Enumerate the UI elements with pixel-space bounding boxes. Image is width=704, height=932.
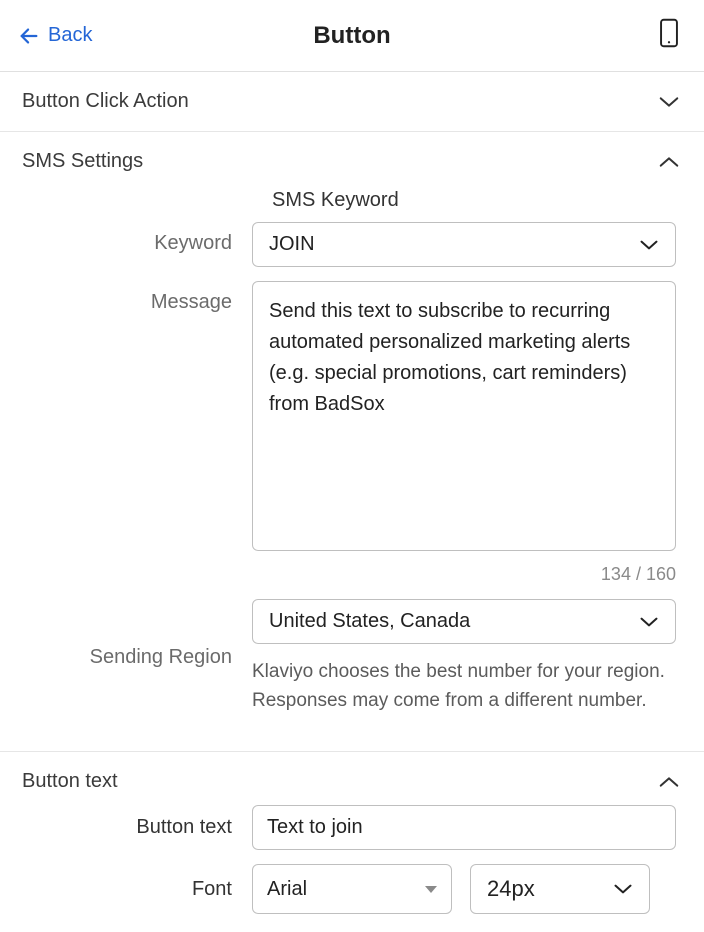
- keyword-value: JOIN: [269, 233, 315, 256]
- back-button[interactable]: Back: [18, 24, 92, 47]
- region-label: Sending Region: [22, 646, 252, 669]
- arrow-left-icon: [18, 25, 40, 47]
- panel-button-text[interactable]: Button text: [0, 751, 704, 805]
- message-char-count: 134 / 160: [252, 564, 676, 585]
- keyword-label: Keyword: [22, 222, 252, 255]
- font-size-value: 24px: [487, 876, 535, 902]
- region-value: United States, Canada: [269, 610, 470, 633]
- phone-icon: [658, 18, 680, 48]
- font-family-select[interactable]: Arial: [252, 864, 452, 914]
- editor-header: Back Button: [0, 0, 704, 72]
- region-select[interactable]: United States, Canada: [252, 599, 676, 644]
- message-row: Message 134 / 160: [22, 281, 676, 585]
- region-row: Sending Region United States, Canada Kla…: [22, 599, 676, 715]
- page-title: Button: [313, 22, 390, 50]
- sms-keyword-heading: SMS Keyword: [272, 185, 676, 212]
- panel-title: SMS Settings: [22, 150, 143, 173]
- chevron-down-icon: [658, 95, 680, 109]
- preview-device-button[interactable]: [658, 18, 680, 53]
- font-row: Font Arial 24px: [22, 864, 676, 914]
- caret-down-icon: [425, 886, 437, 893]
- button-text-body: Button text Font Arial 24px: [0, 805, 704, 922]
- message-textarea[interactable]: [252, 281, 676, 551]
- chevron-up-icon: [658, 775, 680, 789]
- message-label: Message: [22, 281, 252, 314]
- chevron-down-icon: [613, 883, 633, 895]
- button-text-label: Button text: [22, 816, 252, 839]
- button-text-input[interactable]: [252, 805, 676, 850]
- keyword-row: Keyword JOIN: [22, 222, 676, 267]
- font-label: Font: [22, 878, 252, 901]
- font-size-select[interactable]: 24px: [470, 864, 650, 914]
- sms-settings-body: SMS Keyword Keyword JOIN Message 134 / 1…: [0, 185, 704, 751]
- back-label: Back: [48, 24, 92, 47]
- button-text-row: Button text: [22, 805, 676, 850]
- panel-title: Button Click Action: [22, 90, 189, 113]
- keyword-select[interactable]: JOIN: [252, 222, 676, 267]
- panel-button-click-action[interactable]: Button Click Action: [0, 72, 704, 132]
- chevron-up-icon: [658, 155, 680, 169]
- region-help-text: Klaviyo chooses the best number for your…: [252, 658, 676, 715]
- chevron-down-icon: [639, 239, 659, 251]
- chevron-down-icon: [639, 616, 659, 628]
- panel-title: Button text: [22, 770, 118, 793]
- panel-sms-settings[interactable]: SMS Settings: [0, 132, 704, 185]
- font-family-value: Arial: [267, 878, 307, 901]
